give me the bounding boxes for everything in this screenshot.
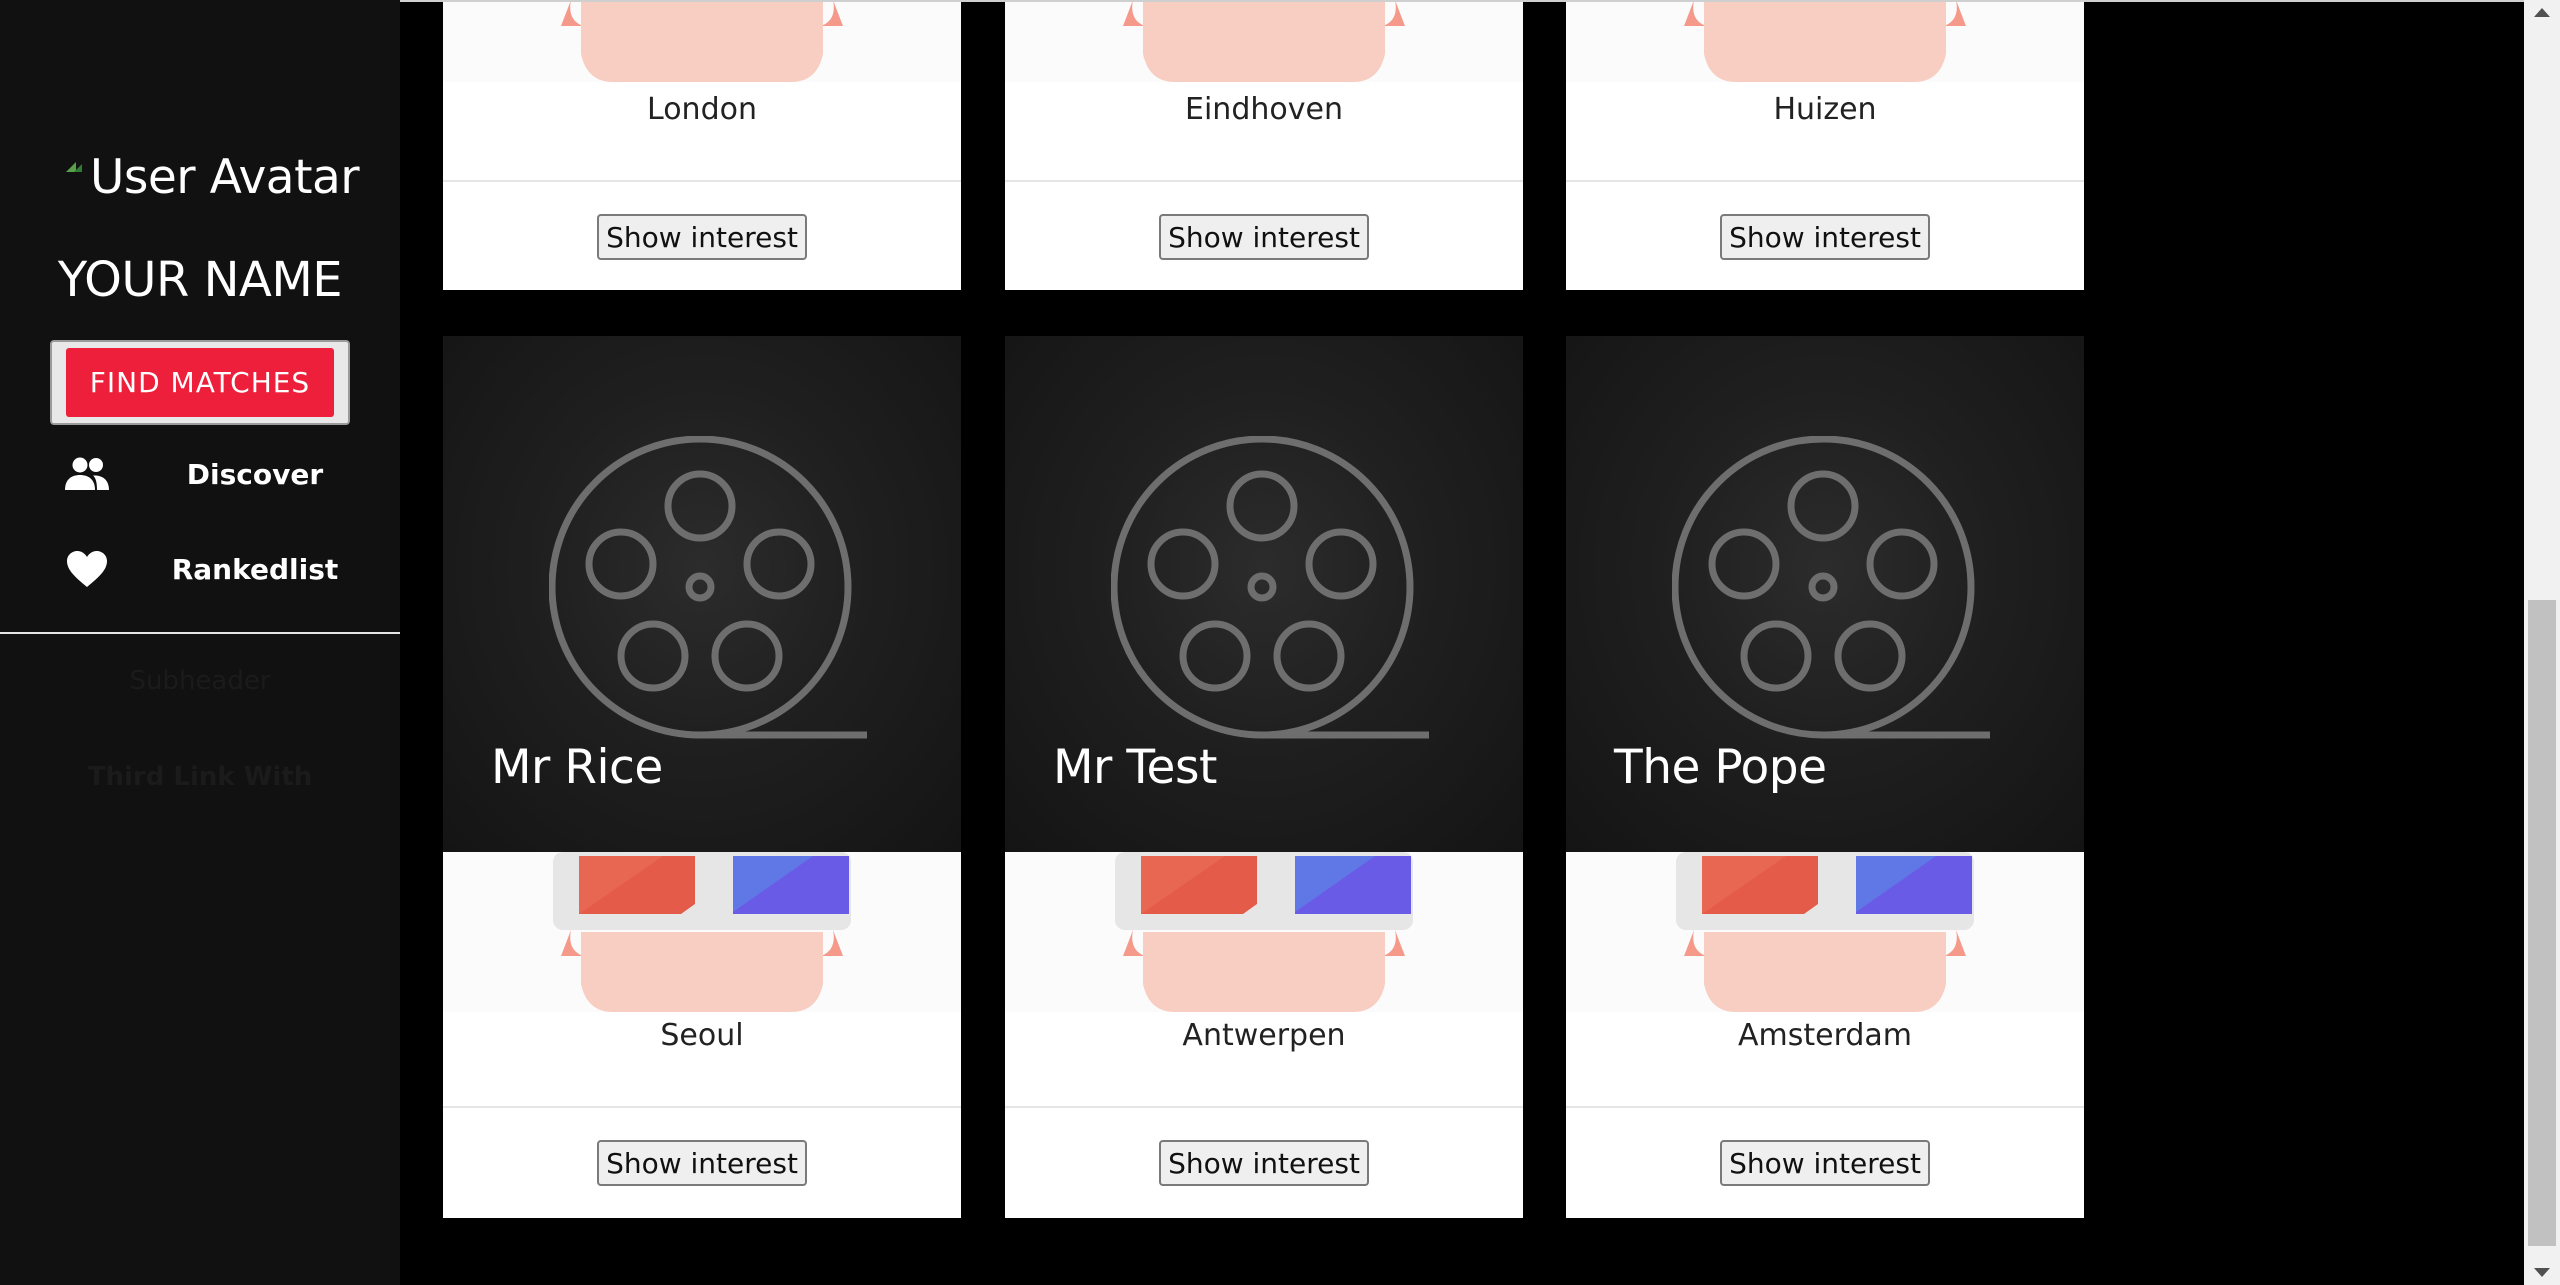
- match-card[interactable]: The Pope Amsterdam Show interest: [1566, 336, 2084, 1218]
- card-separator: [443, 1106, 961, 1108]
- sidebar-item-label: Rankedlist: [171, 552, 339, 586]
- avatar-alt-text: User Avatar: [90, 150, 360, 205]
- scroll-down-arrow-icon[interactable]: [2534, 1268, 2550, 1277]
- find-matches-frame: FIND MATCHES: [50, 340, 350, 425]
- heart-icon: [62, 544, 112, 594]
- match-card: Huizen Show interest: [1566, 2, 2084, 290]
- card-separator: [1566, 1106, 2084, 1108]
- user-avatar: User Avatar: [62, 150, 360, 205]
- match-card: Eindhoven Show interest: [1005, 2, 1523, 290]
- show-interest-button[interactable]: Show interest: [1720, 214, 1930, 260]
- scrollbar-thumb[interactable]: [2528, 600, 2556, 1246]
- film-reel-icon: [1111, 436, 1429, 739]
- scroll-up-arrow-icon[interactable]: [2534, 8, 2550, 17]
- sidebar-third-link[interactable]: Third Link With: [0, 762, 400, 792]
- sidebar-item-label: Discover: [186, 457, 324, 491]
- film-reel-icon: [549, 436, 867, 739]
- show-interest-button[interactable]: Show interest: [1159, 1140, 1369, 1186]
- avatar-illustration: [1005, 852, 1523, 1012]
- broken-image-icon: [62, 158, 90, 178]
- avatar-illustration: [1566, 2, 2084, 82]
- avatar-illustration: [443, 852, 961, 1012]
- film-reel-icon: [1672, 436, 1990, 739]
- people-icon: [62, 449, 112, 499]
- avatar-illustration: [1566, 852, 2084, 1012]
- find-matches-button[interactable]: FIND MATCHES: [66, 348, 334, 417]
- movie-poster: Mr Test: [1005, 336, 1523, 852]
- card-title: Mr Test: [1053, 740, 1217, 795]
- show-interest-button[interactable]: Show interest: [1159, 214, 1369, 260]
- sidebar-item-rankedlist[interactable]: Rankedlist: [0, 534, 400, 604]
- card-city: Seoul: [660, 1018, 744, 1053]
- avatar-illustration: [443, 2, 961, 82]
- vertical-scrollbar[interactable]: [2524, 0, 2560, 1285]
- show-interest-button[interactable]: Show interest: [597, 214, 807, 260]
- card-separator: [1566, 180, 2084, 182]
- movie-poster: Mr Rice: [443, 336, 961, 852]
- card-title: Mr Rice: [491, 740, 663, 795]
- card-separator: [1005, 180, 1523, 182]
- avatar-illustration: [1005, 2, 1523, 82]
- sidebar-subheader: Subheader: [129, 666, 271, 696]
- sidebar-item-discover[interactable]: Discover: [0, 439, 400, 509]
- show-interest-button[interactable]: Show interest: [1720, 1140, 1930, 1186]
- match-card: London Show interest: [443, 2, 961, 290]
- card-separator: [1005, 1106, 1523, 1108]
- show-interest-button[interactable]: Show interest: [597, 1140, 807, 1186]
- card-city: Antwerpen: [1182, 1018, 1346, 1053]
- movie-poster: The Pope: [1566, 336, 2084, 852]
- match-card[interactable]: Mr Test Antwerpen Show interest: [1005, 336, 1523, 1218]
- card-city: London: [647, 92, 757, 127]
- card-city: Amsterdam: [1737, 1018, 1913, 1053]
- match-card[interactable]: Mr Rice Seoul Show interest: [443, 336, 961, 1218]
- card-title: The Pope: [1614, 740, 1827, 795]
- card-city: Eindhoven: [1185, 92, 1343, 127]
- card-city: Huizen: [1773, 92, 1877, 127]
- sidebar-divider: [0, 632, 400, 634]
- sidebar: User Avatar YOUR NAME FIND MATCHES Disco…: [0, 0, 400, 1285]
- user-name: YOUR NAME: [57, 252, 343, 308]
- card-separator: [443, 180, 961, 182]
